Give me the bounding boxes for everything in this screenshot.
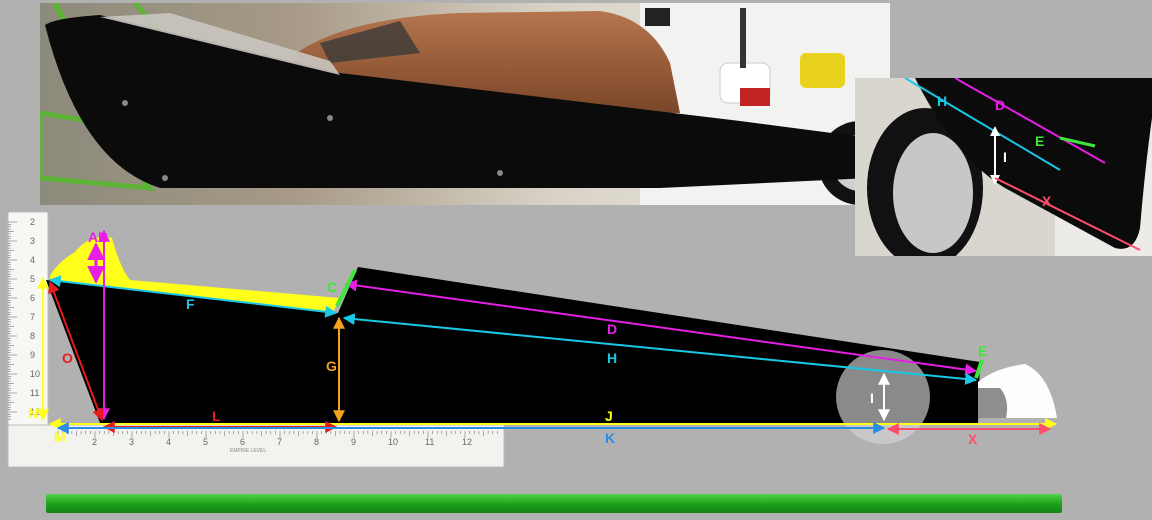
side-ruler-number: 8 xyxy=(30,331,35,341)
ruler-number: 5 xyxy=(203,437,208,447)
label-k: K xyxy=(605,430,615,446)
inset-label-h: H xyxy=(937,93,947,109)
label-i: I xyxy=(870,390,874,406)
ruler-number: 4 xyxy=(166,437,171,447)
ruler-number: 3 xyxy=(129,437,134,447)
progress-bar xyxy=(46,494,1062,513)
side-ruler-number: 6 xyxy=(30,293,35,303)
inset-label-d: D xyxy=(995,97,1005,113)
label-d: D xyxy=(607,321,617,337)
side-ruler-number: 3 xyxy=(30,236,35,246)
side-ruler-number: 10 xyxy=(30,369,40,379)
label-j: J xyxy=(605,408,613,424)
bottom-ruler: 2 3 4 5 6 7 8 9 10 11 12 EMPIRE LEVEL xyxy=(7,424,505,468)
label-m: M xyxy=(54,429,66,445)
label-o: O xyxy=(62,350,73,366)
inset-label-e: E xyxy=(1035,133,1044,149)
side-ruler-number: 9 xyxy=(30,350,35,360)
label-n: N xyxy=(28,405,38,421)
progress-fill xyxy=(46,494,1062,513)
label-f: F xyxy=(186,296,195,312)
ruler-number: 9 xyxy=(351,437,356,447)
main-photo-art xyxy=(40,3,890,205)
side-ruler-number: 11 xyxy=(30,388,39,398)
main-photo xyxy=(40,3,890,205)
label-l: L xyxy=(212,408,221,424)
ruler-number: 8 xyxy=(314,437,319,447)
label-c: C xyxy=(327,279,337,295)
side-ruler-number: 2 xyxy=(30,217,35,227)
ruler-brand: EMPIRE LEVEL xyxy=(230,448,266,454)
side-ruler-number: 5 xyxy=(30,274,35,284)
inset-label-i: I xyxy=(1003,149,1007,165)
ruler-number: 2 xyxy=(92,437,97,447)
label-h: H xyxy=(607,350,617,366)
ruler-number: 12 xyxy=(462,437,472,447)
ruler-number: 7 xyxy=(277,437,282,447)
background-mower xyxy=(800,53,845,88)
side-ruler-number: 7 xyxy=(30,312,35,322)
ruler-number: 10 xyxy=(388,437,398,447)
label-g: G xyxy=(326,358,337,374)
measurement-diagram: 2 3 4 5 6 7 8 9 10 11 12 2 3 4 5 6 7 8 9 10 11 12 EMPIRE LEV… xyxy=(7,211,1058,468)
side-ruler-number: 4 xyxy=(30,255,35,265)
label-e: E xyxy=(978,343,987,359)
label-ab: AB xyxy=(88,229,108,245)
ruler-number: 11 xyxy=(425,437,434,447)
ruler-number: 6 xyxy=(240,437,245,447)
label-x: X xyxy=(968,431,978,447)
